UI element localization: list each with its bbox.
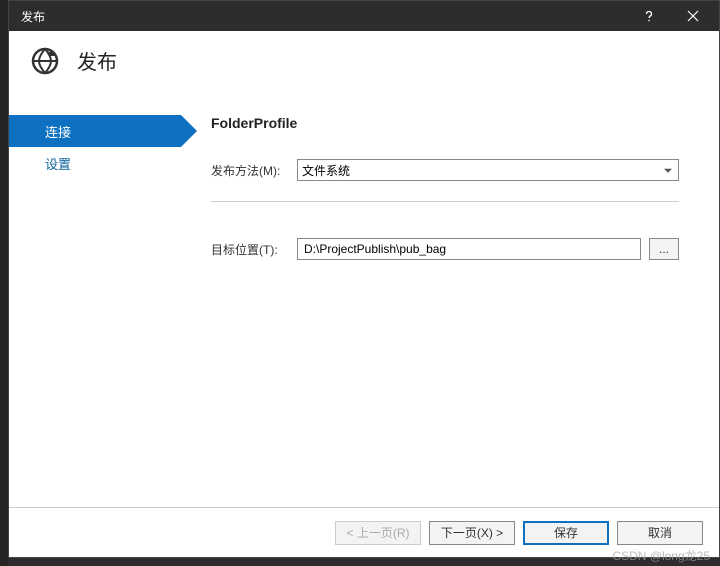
background-strip — [0, 0, 8, 566]
window-title: 发布 — [21, 8, 627, 25]
publish-dialog: 发布 发布 连接 — [8, 0, 720, 558]
prev-button: < 上一页(R) — [335, 521, 421, 545]
dialog-header: 发布 — [9, 31, 719, 91]
sidebar-item-label: 设置 — [45, 154, 71, 173]
prev-label: < 上一页(R) — [346, 524, 409, 541]
content-pane: FolderProfile 发布方法(M): 文件系统 目标位置(T): ... — [181, 91, 719, 507]
next-button[interactable]: 下一页(X) > — [429, 521, 515, 545]
target-location-input[interactable] — [297, 238, 641, 260]
publish-method-label: 发布方法(M): — [211, 162, 297, 179]
page-title: 发布 — [77, 46, 117, 75]
help-icon — [642, 9, 656, 23]
next-label: 下一页(X) > — [441, 524, 503, 541]
cancel-label: 取消 — [648, 524, 672, 541]
close-icon — [687, 10, 699, 22]
publish-method-value: 文件系统 — [302, 162, 350, 179]
save-label: 保存 — [554, 524, 578, 541]
section-divider — [211, 201, 679, 202]
sidebar: 连接 设置 — [9, 91, 181, 507]
dialog-body: 连接 设置 FolderProfile 发布方法(M): 文件系统 目标位置(T… — [9, 91, 719, 507]
target-location-label: 目标位置(T): — [211, 241, 297, 258]
sidebar-item-connection[interactable]: 连接 — [9, 115, 181, 147]
browse-button[interactable]: ... — [649, 238, 679, 260]
profile-name: FolderProfile — [211, 115, 679, 131]
sidebar-item-label: 连接 — [45, 122, 71, 141]
help-button[interactable] — [627, 1, 671, 31]
publish-icon — [29, 45, 61, 77]
close-button[interactable] — [671, 1, 715, 31]
browse-label: ... — [659, 242, 669, 256]
target-location-row: 目标位置(T): ... — [211, 238, 679, 260]
cancel-button[interactable]: 取消 — [617, 521, 703, 545]
save-button[interactable]: 保存 — [523, 521, 609, 545]
sidebar-item-settings[interactable]: 设置 — [9, 147, 181, 179]
publish-method-select[interactable]: 文件系统 — [297, 159, 679, 181]
titlebar: 发布 — [9, 1, 719, 31]
publish-method-row: 发布方法(M): 文件系统 — [211, 159, 679, 181]
watermark: CSDN @long龙25 — [612, 547, 710, 564]
